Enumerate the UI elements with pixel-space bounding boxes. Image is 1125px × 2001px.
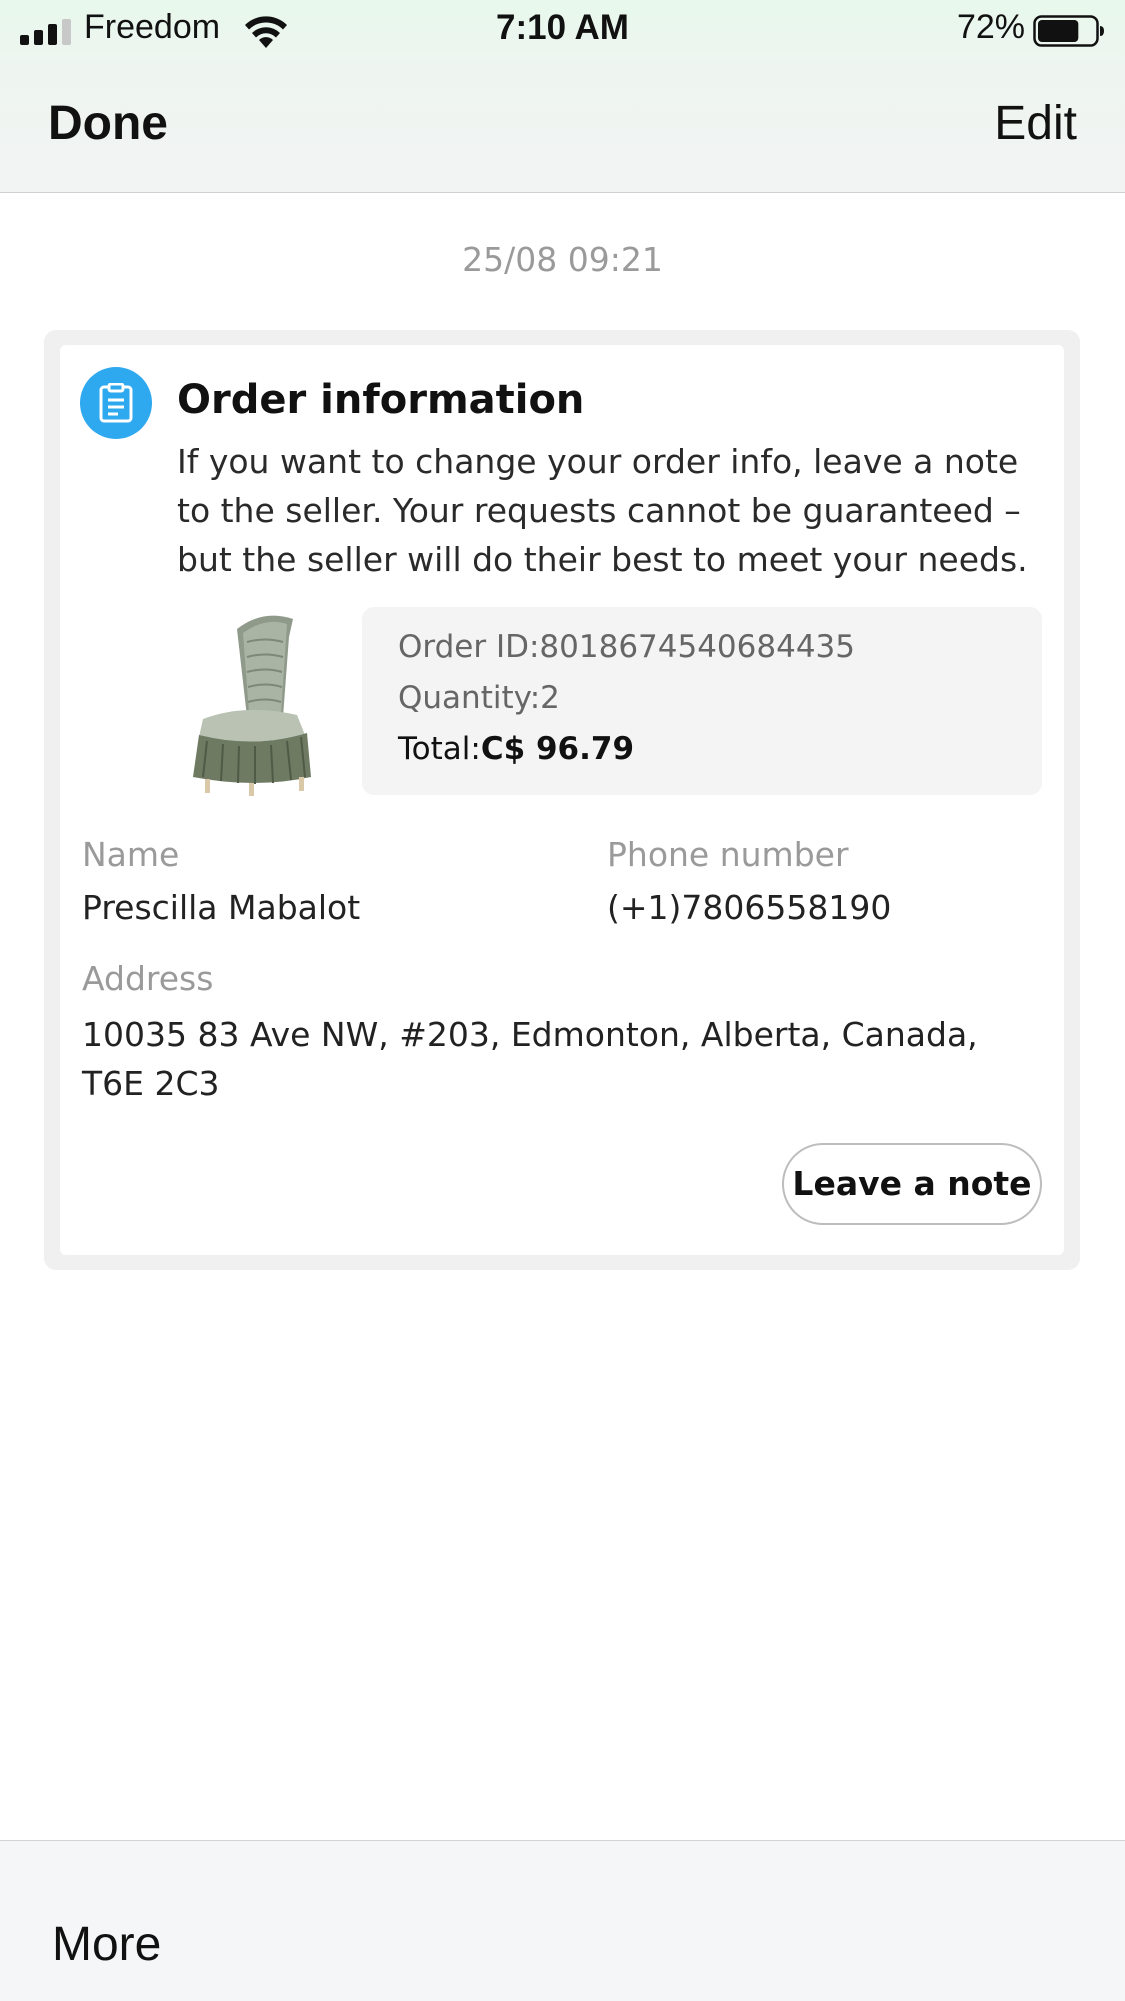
phone-value: (+1)7806558190 <box>607 888 892 927</box>
order-id: Order ID:8018674540684435 <box>398 629 855 665</box>
address-label: Address <box>82 959 214 998</box>
battery-icon <box>1033 15 1104 47</box>
order-quantity: Quantity:2 <box>398 680 560 716</box>
done-button[interactable]: Done <box>48 96 168 151</box>
top-bar: Freedom 7:10 AM 72% Done Edit <box>0 0 1125 193</box>
order-summary-box: Order ID:8018674540684435 Quantity:2 Tot… <box>362 607 1042 795</box>
status-bar: Freedom 7:10 AM 72% <box>0 0 1125 62</box>
edit-button[interactable]: Edit <box>994 96 1077 151</box>
order-total: Total:C$ 96.79 <box>398 731 635 767</box>
order-information-card: Order information If you want to change … <box>60 345 1064 1255</box>
name-label: Name <box>82 835 180 874</box>
phone-label: Phone number <box>607 835 849 874</box>
card-description: If you want to change your order info, l… <box>177 442 1028 579</box>
message-timestamp: 25/08 09:21 <box>462 240 663 279</box>
more-button[interactable]: More <box>52 1917 161 1972</box>
clipboard-icon <box>80 367 152 439</box>
battery-percentage: 72% <box>956 8 1025 46</box>
leave-a-note-button[interactable]: Leave a note <box>782 1143 1042 1225</box>
bottom-toolbar: More <box>0 1840 1125 2001</box>
card-title: Order information <box>177 377 585 423</box>
product-thumbnail[interactable] <box>185 607 325 797</box>
name-value: Prescilla Mabalot <box>82 888 361 927</box>
address-value: 10035 83 Ave NW, #203, Edmonton, Alberta… <box>82 1015 978 1103</box>
